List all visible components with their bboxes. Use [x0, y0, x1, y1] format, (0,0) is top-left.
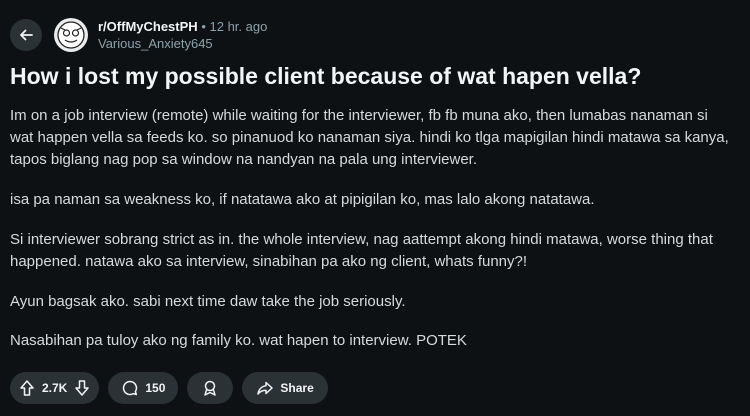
- comment-count: 150: [145, 381, 166, 395]
- vote-count: 2.7K: [42, 381, 68, 395]
- subreddit-link[interactable]: r/OffMyChestPH: [98, 19, 198, 34]
- subreddit-avatar[interactable]: [54, 18, 88, 52]
- post-header: r/OffMyChestPH • 12 hr. ago Various_Anxi…: [10, 14, 267, 56]
- subreddit-avatar-icon: [57, 21, 85, 49]
- post-actions: 2.7K 150 Share: [10, 372, 328, 404]
- award-icon: [201, 379, 219, 397]
- post-time: 12 hr. ago: [209, 19, 268, 34]
- post-paragraph: Ayun bagsak ako. sabi next time daw take…: [10, 293, 406, 310]
- post-body: Im on a job interview (remote) while wai…: [10, 105, 735, 352]
- meta-row: r/OffMyChestPH • 12 hr. ago: [98, 18, 267, 35]
- post-title: How i lost my possible client because of…: [10, 63, 642, 89]
- award-button[interactable]: [187, 372, 234, 404]
- comments-button[interactable]: 150: [108, 372, 179, 404]
- post-paragraph: Im on a job interview (remote) while wai…: [10, 107, 729, 168]
- post-paragraph: isa pa naman sa weakness ko, if natatawa…: [10, 191, 595, 208]
- share-label: Share: [280, 381, 314, 395]
- downvote-icon[interactable]: [73, 379, 91, 397]
- vote-pill: 2.7K: [10, 372, 100, 404]
- comment-icon: [121, 379, 139, 397]
- share-icon: [256, 379, 274, 397]
- share-button[interactable]: Share: [242, 372, 328, 404]
- post-paragraph: Nasabihan pa tuloy ako ng family ko. wat…: [10, 332, 467, 349]
- author-link[interactable]: Various_Anxiety645: [98, 35, 267, 52]
- arrow-left-icon: [18, 27, 34, 43]
- post-meta: r/OffMyChestPH • 12 hr. ago Various_Anxi…: [98, 18, 267, 52]
- upvote-icon[interactable]: [18, 379, 36, 397]
- back-button[interactable]: [10, 19, 42, 51]
- meta-separator: •: [201, 19, 206, 34]
- post-paragraph: Si interviewer sobrang strict as in. the…: [10, 231, 713, 270]
